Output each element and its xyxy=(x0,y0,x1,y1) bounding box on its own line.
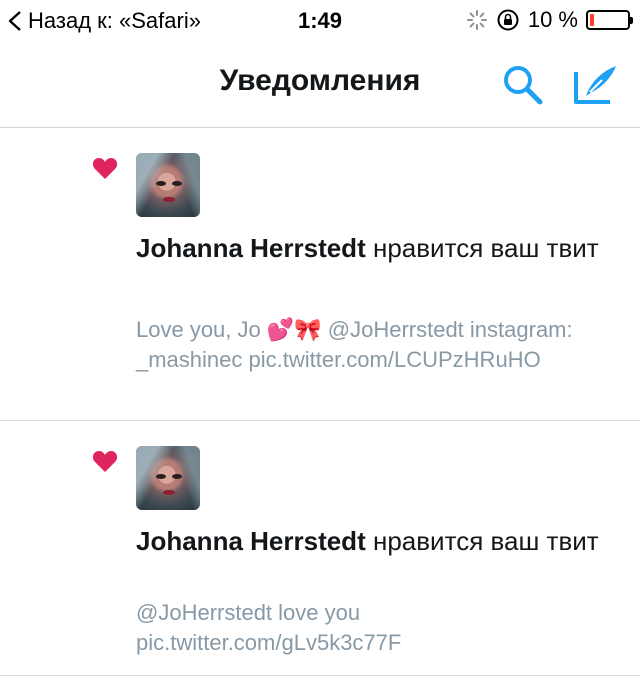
notification-action: нравится ваш твит xyxy=(365,526,599,556)
avatar-hair xyxy=(136,446,200,510)
search-icon[interactable] xyxy=(500,62,544,106)
avatar-lips xyxy=(163,197,175,202)
avatar-eye xyxy=(172,474,182,479)
avatar-eye xyxy=(156,181,166,186)
notification-text: Johanna Herrstedt нравится ваш твит xyxy=(136,522,606,560)
notification-text: Johanna Herrstedt нравится ваш твит xyxy=(136,229,606,267)
heart-icon xyxy=(92,451,118,472)
status-bar: Назад к: «Safari» 1:49 10 % xyxy=(0,0,640,40)
status-indicators: 10 % xyxy=(466,7,633,33)
notification-action: нравится ваш твит xyxy=(365,233,599,263)
notification-item[interactable]: Johanna Herrstedt нравится ваш твит @JoH… xyxy=(0,422,640,676)
avatar-hair xyxy=(136,153,200,217)
page-title: Уведомления xyxy=(219,64,421,97)
battery-percent: 10 % xyxy=(527,7,578,32)
avatar[interactable] xyxy=(136,153,200,217)
avatar-eye xyxy=(156,474,166,479)
heart-icon xyxy=(92,158,118,179)
avatar-eye xyxy=(172,181,182,186)
user-name[interactable]: Johanna Herrstedt xyxy=(136,526,366,556)
avatar[interactable] xyxy=(136,446,200,510)
activity-spinner-icon xyxy=(466,10,487,30)
orientation-lock-icon xyxy=(497,9,519,31)
notification-item[interactable]: Johanna Herrstedt нравится ваш твит Love… xyxy=(0,129,640,421)
battery-level xyxy=(590,14,594,26)
battery-icon xyxy=(586,10,633,30)
tweet-preview[interactable]: Love you, Jo 💕🎀 @JoHerrstedt instagram: … xyxy=(136,315,606,375)
compose-tweet-icon[interactable] xyxy=(572,62,620,106)
navigation-bar: Уведомления xyxy=(0,40,640,128)
tweet-preview[interactable]: @JoHerrstedt love you pic.twitter.com/gL… xyxy=(136,598,606,658)
avatar-lips xyxy=(163,490,175,495)
user-name[interactable]: Johanna Herrstedt xyxy=(136,233,366,263)
